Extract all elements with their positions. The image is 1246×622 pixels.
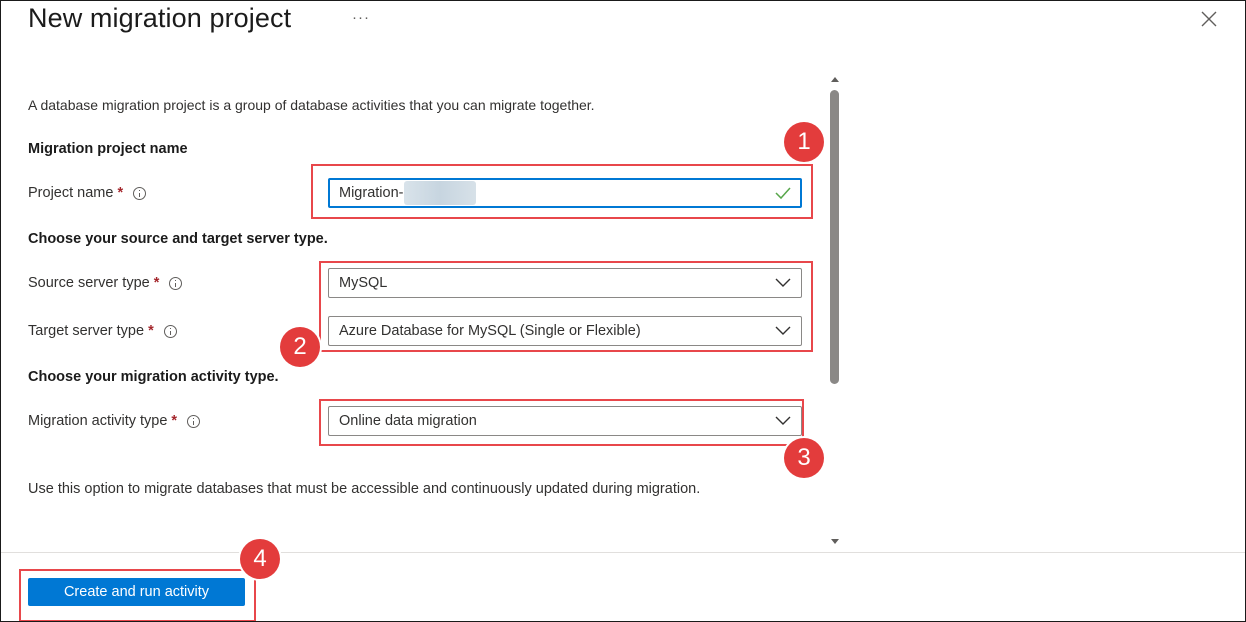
close-icon[interactable] <box>1199 9 1219 29</box>
callout-badge-1: 1 <box>784 122 824 162</box>
vertical-scrollbar[interactable] <box>827 73 843 549</box>
callout-badge-2: 2 <box>280 327 320 367</box>
info-icon[interactable] <box>169 276 183 290</box>
page-title: New migration project <box>28 3 292 33</box>
section-heading-activity-type: Choose your migration activity type. <box>28 369 279 385</box>
target-server-type-label: Target server type * <box>28 323 177 339</box>
project-name-label: Project name * <box>28 185 147 201</box>
panel-description: A database migration project is a group … <box>28 97 595 113</box>
callout-badge-4: 4 <box>240 539 280 579</box>
required-marker: * <box>117 185 124 201</box>
required-marker: * <box>153 275 160 291</box>
project-name-label-text: Project name <box>28 185 114 201</box>
footer-divider <box>1 552 1245 553</box>
required-marker: * <box>148 323 154 339</box>
target-server-type-label-text: Target server type <box>28 323 145 339</box>
activity-type-hint: Use this option to migrate databases tha… <box>28 481 701 497</box>
callout-box-1 <box>311 164 813 219</box>
scroll-up-arrow-icon[interactable] <box>831 77 839 82</box>
scroll-down-arrow-icon[interactable] <box>831 539 839 544</box>
section-heading-project-name: Migration project name <box>28 141 188 157</box>
migration-panel: New migration project ··· A database mig… <box>0 0 1246 622</box>
info-icon[interactable] <box>187 414 201 428</box>
more-options-button[interactable]: ··· <box>352 9 370 26</box>
section-heading-server-types: Choose your source and target server typ… <box>28 231 328 247</box>
source-server-type-label: Source server type * <box>28 275 183 291</box>
required-marker: * <box>171 413 178 429</box>
migration-activity-type-label-text: Migration activity type <box>28 413 168 429</box>
source-server-type-label-text: Source server type <box>28 275 150 291</box>
scrollbar-thumb[interactable] <box>830 90 839 384</box>
callout-badge-3: 3 <box>784 438 824 478</box>
info-icon[interactable] <box>163 324 177 338</box>
info-icon[interactable] <box>133 186 147 200</box>
callout-box-4 <box>19 569 256 621</box>
migration-activity-type-label: Migration activity type * <box>28 413 201 429</box>
callout-box-2 <box>319 261 813 352</box>
callout-box-3 <box>319 399 804 446</box>
